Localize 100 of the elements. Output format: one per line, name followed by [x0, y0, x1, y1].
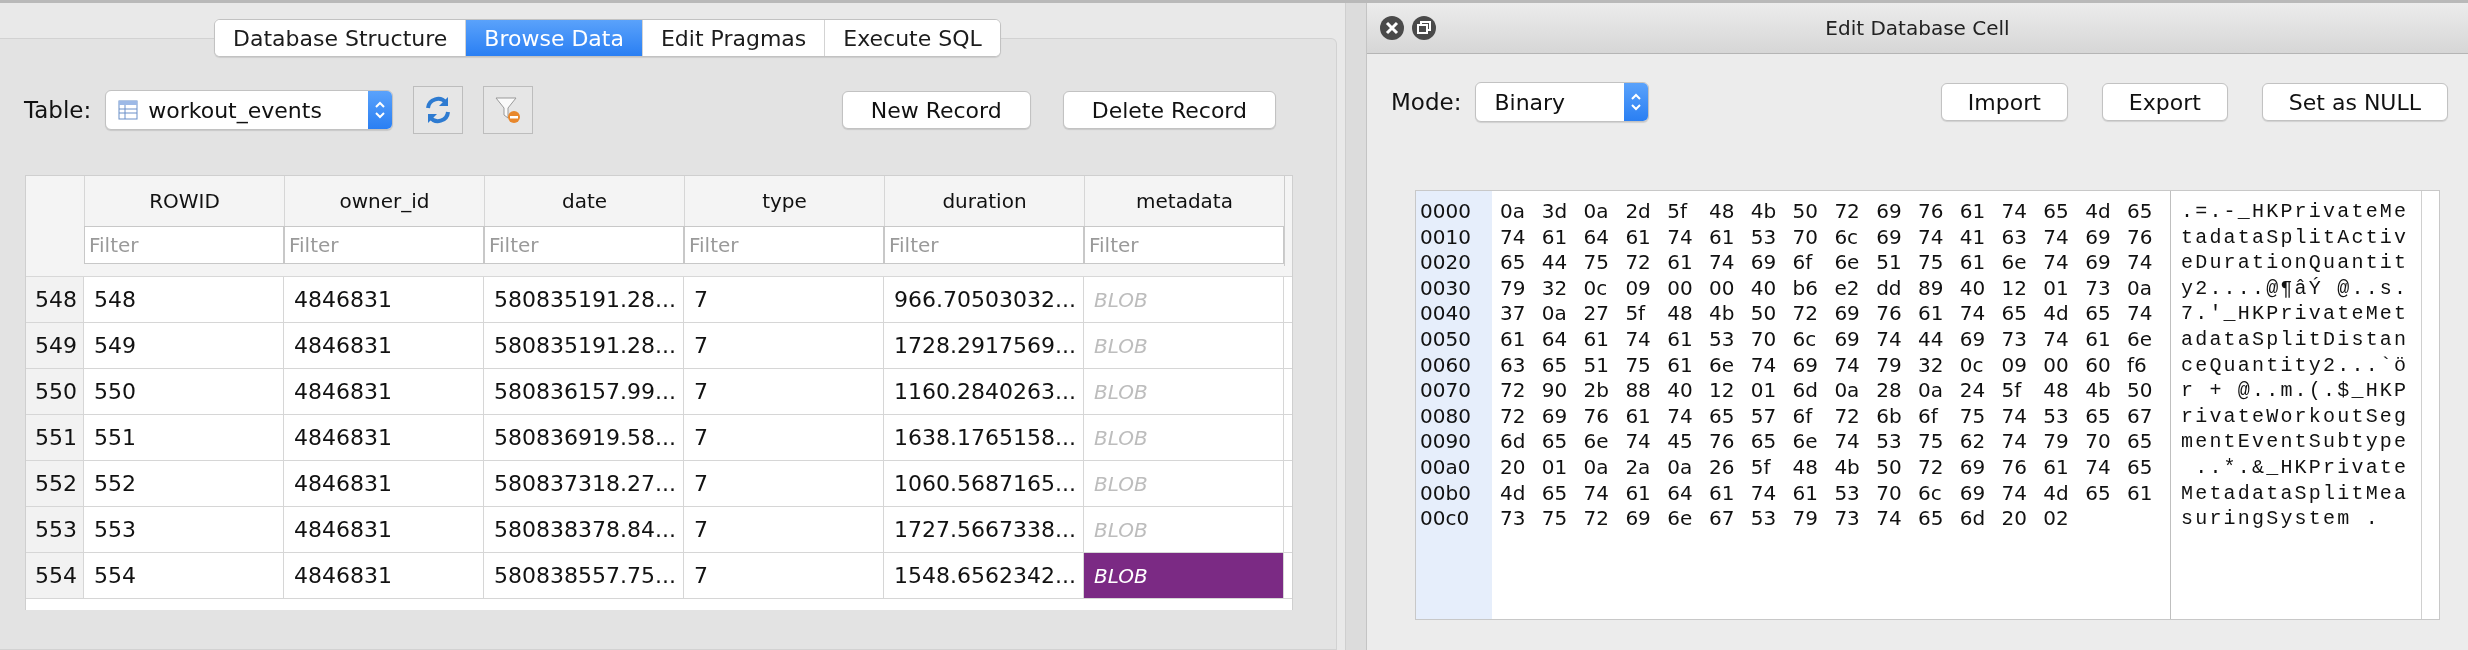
- hex-byte: dd: [1876, 275, 1903, 302]
- panel-button[interactable]: Import: [1940, 83, 2068, 121]
- panel-button[interactable]: Set as NULL: [2261, 83, 2448, 121]
- hex-byte: 61: [1667, 250, 1694, 276]
- table-cell[interactable]: 553: [84, 507, 284, 552]
- table-cell[interactable]: 1638.1765158...: [884, 415, 1084, 460]
- table-cell[interactable]: 550: [84, 369, 284, 414]
- clear-filter-button[interactable]: [483, 86, 534, 134]
- table-cell[interactable]: 552: [84, 461, 284, 506]
- hex-byte: 72: [1834, 199, 1861, 225]
- table-cell[interactable]: BLOB: [1084, 553, 1284, 598]
- ascii-text: ..*.&_HKPrivate: [2194, 454, 2410, 481]
- table-cell[interactable]: 580838557.75...: [484, 553, 684, 598]
- table-cell[interactable]: 4846831: [284, 369, 484, 414]
- table-cell[interactable]: 1727.5667338...: [884, 507, 1084, 552]
- table-cell[interactable]: 580836919.58...: [484, 415, 684, 460]
- filter-field[interactable]: Filter: [884, 226, 1084, 264]
- hex-offset: 0050: [1420, 326, 1472, 353]
- filter-field[interactable]: Filter: [284, 226, 484, 264]
- hex-byte: 4b: [1834, 454, 1861, 481]
- hex-byte: 45: [1667, 429, 1694, 455]
- table-cell[interactable]: 7: [684, 277, 884, 322]
- row-number[interactable]: 551: [26, 415, 84, 460]
- hex-byte: 53: [1709, 326, 1736, 353]
- table-cell[interactable]: 4846831: [284, 461, 484, 506]
- hex-byte: 6b: [1876, 403, 1903, 430]
- hex-byte: 65: [2043, 199, 2070, 225]
- toolbar-button[interactable]: Delete Record: [1062, 91, 1276, 129]
- tab[interactable]: Database Structure: [215, 20, 466, 56]
- table-cell[interactable]: 7: [684, 507, 884, 552]
- hex-byte: 44: [1541, 250, 1569, 276]
- hex-byte: 6f: [1792, 250, 1814, 276]
- hex-byte: 53: [1750, 506, 1778, 532]
- hex-byte: 6e: [1667, 506, 1694, 532]
- table-select[interactable]: workout_events: [105, 90, 394, 130]
- hex-byte: 74: [2043, 250, 2070, 276]
- hex-byte: 75: [1917, 429, 1945, 455]
- table-cell[interactable]: 580835191.28...: [484, 323, 684, 368]
- hex-byte: 69: [1959, 326, 1987, 353]
- hex-byte: 61: [1541, 224, 1569, 251]
- ascii-text: .=.-_HKPrivateMe: [2181, 199, 2410, 225]
- row-number[interactable]: 552: [26, 461, 84, 506]
- table-cell[interactable]: 1060.5687165...: [884, 461, 1084, 506]
- table-cell[interactable]: 551: [84, 415, 284, 460]
- table-cell[interactable]: 1160.2840263...: [884, 369, 1084, 414]
- refresh-button[interactable]: [413, 86, 464, 134]
- table-cell[interactable]: 580837318.27...: [484, 461, 684, 506]
- hex-byte: 01: [1750, 378, 1778, 404]
- table-cell[interactable]: 580838378.84...: [484, 507, 684, 552]
- tab[interactable]: Execute SQL: [824, 20, 1000, 56]
- table-cell[interactable]: 4846831: [284, 277, 484, 322]
- hex-byte: 2b: [1583, 378, 1610, 404]
- hex-byte: 75: [1583, 250, 1611, 276]
- hex-byte: 74: [1876, 506, 1903, 532]
- hex-byte: 73: [2085, 275, 2112, 302]
- table-cell[interactable]: 7: [684, 415, 884, 460]
- float-window-icon[interactable]: [1411, 15, 1437, 41]
- row-number[interactable]: 550: [26, 369, 84, 414]
- filter-field[interactable]: Filter: [484, 226, 684, 264]
- hex-offset: 0040: [1420, 301, 1472, 327]
- table-cell[interactable]: 580835191.28...: [484, 277, 684, 322]
- table-cell[interactable]: 1728.2917569...: [884, 323, 1084, 368]
- ascii-text: ceQuantity2...`ö: [2181, 352, 2410, 379]
- table-cell[interactable]: 966.70503032...: [884, 277, 1084, 322]
- hex-byte: 73: [2001, 326, 2028, 353]
- table-cell[interactable]: 4846831: [284, 323, 484, 368]
- stepper-icon: [368, 91, 393, 129]
- hex-byte: 65: [2085, 480, 2112, 507]
- table-cell[interactable]: 554: [84, 553, 284, 598]
- table-cell[interactable]: 549: [84, 323, 284, 368]
- table-cell[interactable]: 7: [684, 369, 884, 414]
- table-cell[interactable]: 7: [684, 461, 884, 506]
- tab[interactable]: Edit Pragmas: [641, 20, 825, 56]
- table-cell[interactable]: 580836157.99...: [484, 369, 684, 414]
- filter-field[interactable]: Filter: [84, 226, 284, 264]
- table-cell[interactable]: 7: [684, 553, 884, 598]
- ascii-text: 7.'_HKPrivateMet: [2181, 301, 2410, 327]
- row-number[interactable]: 553: [26, 507, 84, 552]
- close-icon[interactable]: [1379, 15, 1405, 41]
- row-number[interactable]: 548: [26, 277, 84, 322]
- panel-button[interactable]: Export: [2101, 83, 2228, 121]
- hex-byte: 61: [1625, 480, 1652, 507]
- hex-byte: 65: [2085, 403, 2112, 430]
- hex-byte: 0a: [1834, 378, 1861, 404]
- table-cell[interactable]: 7: [684, 323, 884, 368]
- hex-byte: 00: [2043, 352, 2070, 379]
- toolbar-button[interactable]: New Record: [841, 91, 1031, 129]
- mode-select[interactable]: Binary: [1475, 82, 1650, 122]
- hex-byte: 79: [1876, 352, 1903, 379]
- hex-byte: 65: [1541, 480, 1569, 507]
- table-cell[interactable]: 548: [84, 277, 284, 322]
- filter-field[interactable]: Filter: [1084, 226, 1284, 264]
- hex-byte: 69: [2085, 224, 2112, 251]
- row-number[interactable]: 554: [26, 553, 84, 598]
- table-cell[interactable]: 4846831: [284, 507, 484, 552]
- row-number[interactable]: 549: [26, 323, 84, 368]
- hex-byte: 65: [2126, 454, 2154, 481]
- filter-field[interactable]: Filter: [684, 226, 884, 264]
- table-cell[interactable]: 4846831: [284, 553, 484, 598]
- table-cell[interactable]: 4846831: [284, 415, 484, 460]
